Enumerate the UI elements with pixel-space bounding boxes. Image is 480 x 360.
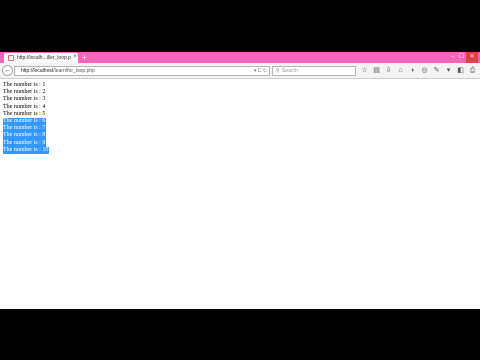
navigation-bar: ← http://localhost/learn/for_loop.php ▾ … <box>0 63 480 79</box>
output-line: The number is : 4 <box>3 103 46 110</box>
new-tab-button[interactable]: + <box>82 52 87 63</box>
tab-title: http://localh...iller_loop.php <box>17 55 71 61</box>
minimize-button[interactable]: – <box>448 52 457 63</box>
output-line: The number is : 9 <box>3 139 47 147</box>
url-text: http://localhost/learn/for_loop.php <box>21 67 95 75</box>
search-placeholder: Search <box>282 68 298 74</box>
output-line: The number is : 3 <box>3 96 46 103</box>
dropdown-icon[interactable]: ▾ <box>444 65 453 77</box>
url-host: http://localhost <box>21 68 54 74</box>
tools-icon[interactable]: ✎ <box>432 65 441 77</box>
print-icon[interactable]: ⎙ <box>468 65 477 77</box>
url-bar[interactable]: http://localhost/learn/for_loop.php ▾ C … <box>14 66 270 76</box>
title-bar: http://localh...iller_loop.php × + – ☐ ✕ <box>0 52 480 63</box>
download-icon[interactable]: ⇩ <box>384 65 393 77</box>
addon-icon[interactable]: ◧ <box>456 65 465 77</box>
output-line: The number is : 7 <box>3 125 47 133</box>
output-line: The number is : 5 <box>3 110 46 117</box>
tab-close-icon[interactable]: × <box>73 53 77 62</box>
maximize-button[interactable]: ☐ <box>457 52 466 63</box>
output-line: The number is : 1 <box>3 82 46 88</box>
bookmark-star-icon[interactable]: ☆ <box>360 65 369 77</box>
page-favicon-icon <box>8 55 14 61</box>
output-line: The number is : 10 <box>3 146 50 154</box>
output-line: The number is : 2 <box>3 89 46 96</box>
page-content: The number is : 1 The number is : 2 The … <box>0 80 480 309</box>
url-bar-controls[interactable]: ▾ C ↻ <box>254 67 267 75</box>
magnifier-icon: ⚲ <box>276 68 280 74</box>
output-line: The number is : 8 <box>3 132 47 140</box>
back-button[interactable]: ← <box>2 65 13 76</box>
pocket-icon[interactable]: ◖ <box>408 65 417 77</box>
search-bar[interactable]: ⚲ Search <box>272 66 356 76</box>
output-line: The number is : 6 <box>3 117 47 126</box>
browser-tab[interactable]: http://localh...iller_loop.php × <box>4 53 78 63</box>
home-icon[interactable]: ⌂ <box>396 65 405 77</box>
window-controls: – ☐ ✕ <box>448 52 478 63</box>
output-lines: The number is : 1 The number is : 2 The … <box>3 82 50 154</box>
url-path: /learn/for_loop.php <box>53 68 95 74</box>
reading-list-icon[interactable]: ▤ <box>372 65 381 77</box>
sync-icon[interactable]: ◎ <box>420 65 429 77</box>
browser-window: http://localh...iller_loop.php × + – ☐ ✕… <box>0 52 480 309</box>
toolbar-icons: ☆ ▤ ⇩ ⌂ ◖ ◎ ✎ ▾ ◧ ⎙ ≡ <box>360 65 480 77</box>
close-window-button[interactable]: ✕ <box>466 52 478 63</box>
